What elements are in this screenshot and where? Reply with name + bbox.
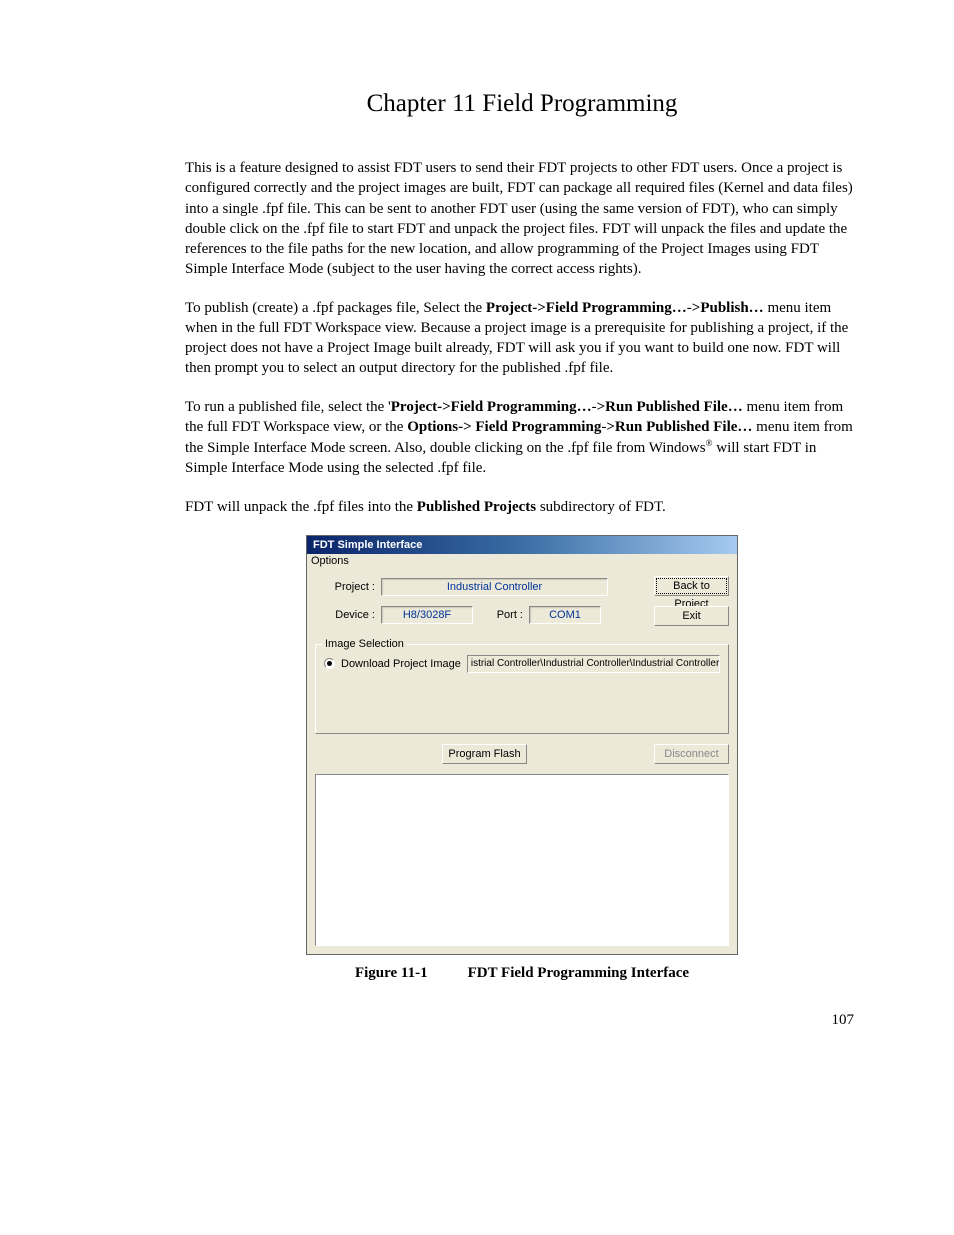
download-project-image-radio[interactable] [324, 658, 335, 669]
project-value: Industrial Controller [381, 578, 608, 596]
chapter-title: Chapter 11 Field Programming [185, 90, 859, 118]
figure-caption: Figure 11-1 FDT Field Programming Interfa… [185, 965, 859, 982]
back-to-project-button[interactable]: Back to Project [654, 576, 729, 596]
paragraph-3: To run a published file, select the 'Pro… [185, 397, 859, 479]
menu-path: Project->Field Programming… [391, 399, 592, 415]
registered-mark: ® [706, 438, 713, 448]
exit-button[interactable]: Exit [654, 606, 729, 626]
window-titlebar: FDT Simple Interface [307, 536, 737, 554]
project-label: Project : [315, 581, 381, 593]
output-area [315, 774, 729, 946]
menu-options[interactable]: Options [307, 554, 737, 570]
port-label: Port : [473, 609, 529, 621]
paragraph-4: FDT will unpack the .fpf files into the … [185, 497, 859, 517]
paragraph-2: To publish (create) a .fpf packages file… [185, 298, 859, 379]
disconnect-button: Disconnect [654, 744, 729, 764]
menu-path: >Run Published File… [597, 399, 743, 415]
text: subdirectory of FDT. [536, 499, 666, 515]
fdt-window: FDT Simple Interface Options Project : I… [306, 535, 738, 955]
port-value: COM1 [529, 606, 601, 624]
figure-label: Figure 11-1 [355, 965, 428, 982]
device-label: Device : [315, 609, 381, 621]
menu-path: >Publish… [692, 300, 764, 316]
text: To publish (create) a .fpf packages file… [185, 300, 486, 316]
figure-title: FDT Field Programming Interface [468, 965, 689, 981]
menu-path: Project->Field Programming… [486, 300, 687, 316]
image-selection-group: Download Project Image istrial Controlle… [315, 644, 729, 734]
folder-name: Published Projects [417, 499, 536, 515]
download-project-image-label: Download Project Image [341, 658, 461, 670]
page-number: 107 [185, 1012, 859, 1029]
menu-path: >Run Published File… [606, 419, 752, 435]
text: To run a published file, select the ' [185, 399, 391, 415]
text: FDT will unpack the .fpf files into the [185, 499, 417, 515]
paragraph-1: This is a feature designed to assist FDT… [185, 158, 859, 280]
program-flash-button[interactable]: Program Flash [442, 744, 527, 764]
image-filepath: istrial Controller\Industrial Controller… [467, 655, 720, 673]
device-value: H8/3028F [381, 606, 473, 624]
menu-path: Options-> Field Programming [407, 419, 601, 435]
